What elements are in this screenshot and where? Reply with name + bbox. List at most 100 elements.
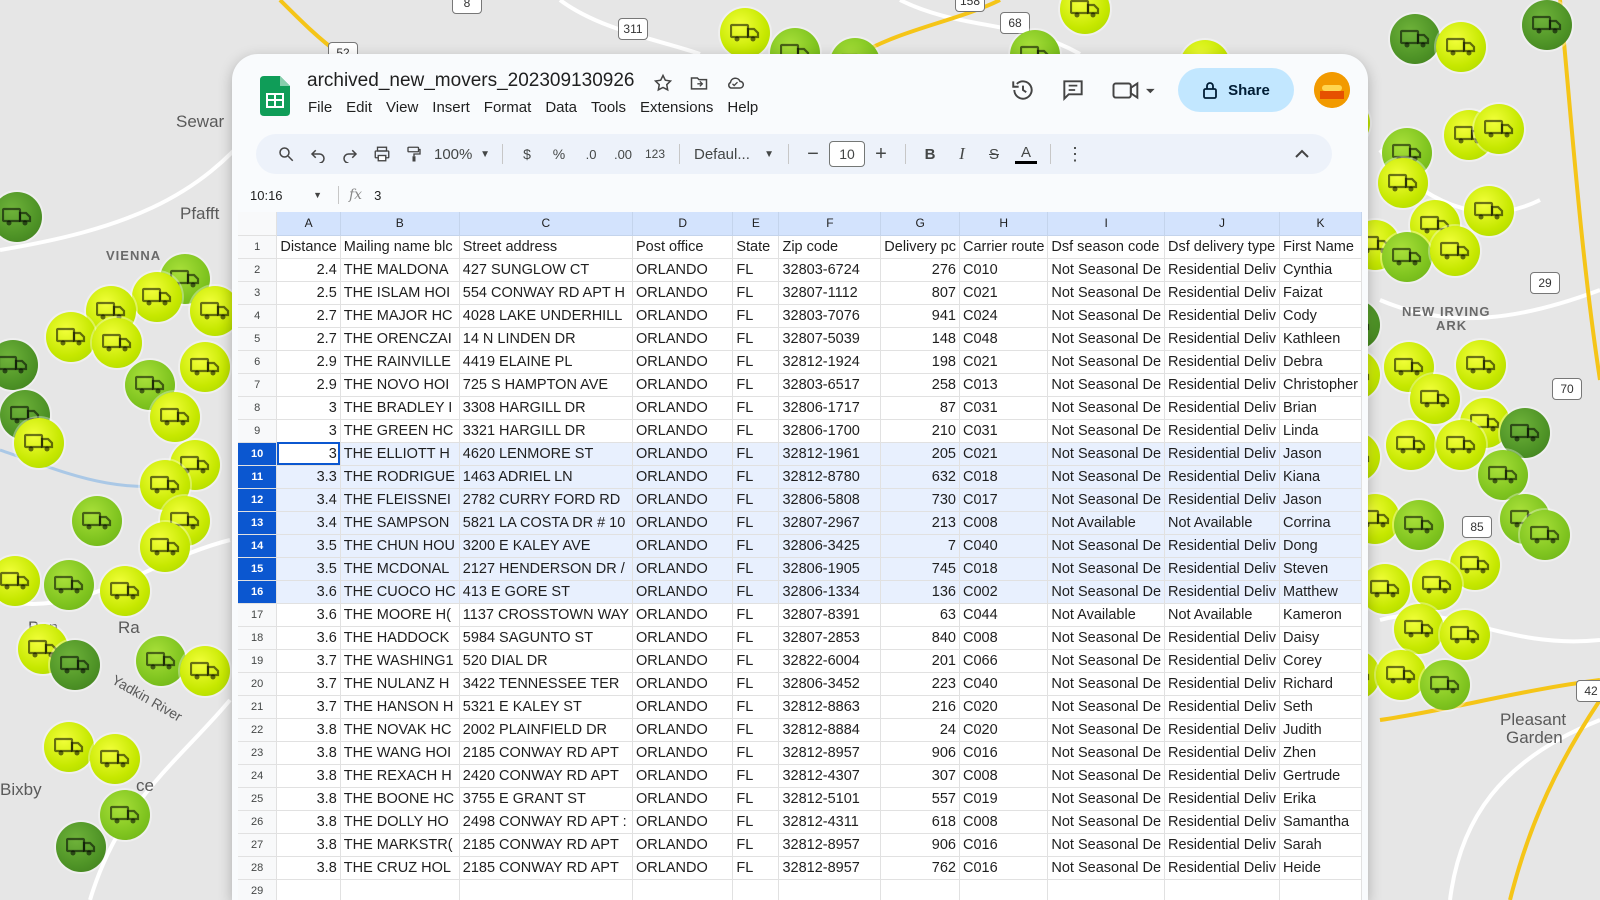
data-cell[interactable]: 32806-3425 — [778, 534, 882, 558]
data-cell[interactable]: C013 — [959, 373, 1049, 397]
data-cell[interactable]: FL — [732, 626, 780, 650]
data-cell[interactable]: Residential Deliv — [1164, 833, 1281, 857]
data-cell[interactable]: Residential Deliv — [1164, 350, 1281, 374]
data-cell[interactable]: 906 — [880, 833, 960, 857]
row-header[interactable]: 8 — [238, 396, 278, 420]
data-cell[interactable]: Not Available — [1047, 603, 1166, 627]
data-cell[interactable]: 2.7 — [276, 327, 341, 351]
data-cell[interactable]: C016 — [959, 833, 1049, 857]
data-cell[interactable]: 32806-5808 — [778, 488, 882, 512]
data-cell[interactable]: 148 — [880, 327, 960, 351]
data-cell[interactable]: ORLANDO — [632, 419, 734, 443]
truck-marker-icon[interactable] — [1394, 500, 1444, 550]
data-cell[interactable] — [880, 879, 960, 900]
data-cell[interactable]: C031 — [959, 419, 1049, 443]
data-cell[interactable]: 2127 HENDERSON DR / — [459, 557, 634, 581]
data-cell[interactable]: Residential Deliv — [1164, 373, 1281, 397]
data-cell[interactable]: 2.7 — [276, 304, 341, 328]
data-cell[interactable]: 32812-1961 — [778, 442, 882, 466]
header-cell[interactable]: Mailing name blc — [340, 235, 460, 259]
data-cell[interactable]: ORLANDO — [632, 603, 734, 627]
data-cell[interactable]: 3308 HARGILL DR — [459, 396, 634, 420]
avatar[interactable] — [1314, 72, 1350, 108]
undo-icon[interactable] — [302, 138, 334, 170]
data-cell[interactable]: 807 — [880, 281, 960, 305]
data-cell[interactable]: FL — [732, 672, 780, 696]
row-header[interactable]: 15 — [238, 557, 278, 581]
data-cell[interactable]: 198 — [880, 350, 960, 374]
data-cell[interactable]: 3422 TENNESSEE TER — [459, 672, 634, 696]
data-cell[interactable]: 205 — [880, 442, 960, 466]
truck-marker-icon[interactable] — [1390, 14, 1440, 64]
data-cell[interactable]: 3.7 — [276, 649, 341, 673]
truck-marker-icon[interactable] — [180, 342, 230, 392]
formula-input[interactable]: 3 — [374, 188, 381, 203]
data-cell[interactable]: Not Available — [1047, 511, 1166, 535]
data-cell[interactable]: Dong — [1279, 534, 1362, 558]
data-cell[interactable]: 3.8 — [276, 833, 341, 857]
data-cell[interactable]: Not Seasonal De — [1047, 764, 1166, 788]
data-cell[interactable]: 87 — [880, 396, 960, 420]
data-cell[interactable]: FL — [732, 534, 780, 558]
data-cell[interactable]: THE SAMPSON — [340, 511, 460, 535]
row-header[interactable]: 5 — [238, 327, 278, 351]
data-cell[interactable]: 32812-1924 — [778, 350, 882, 374]
more-options-icon[interactable]: ⋮ — [1059, 138, 1091, 170]
data-cell[interactable]: Residential Deliv — [1164, 419, 1281, 443]
data-cell[interactable]: FL — [732, 419, 780, 443]
truck-marker-icon[interactable] — [56, 822, 106, 872]
data-cell[interactable]: Not Seasonal De — [1047, 626, 1166, 650]
data-cell[interactable]: 32807-5039 — [778, 327, 882, 351]
italic-button[interactable]: I — [946, 138, 978, 170]
data-cell[interactable] — [732, 879, 780, 900]
data-cell[interactable]: Residential Deliv — [1164, 534, 1281, 558]
data-cell[interactable]: C048 — [959, 327, 1049, 351]
data-cell[interactable]: Not Seasonal De — [1047, 833, 1166, 857]
data-cell[interactable]: FL — [732, 649, 780, 673]
truck-marker-icon[interactable] — [1522, 0, 1572, 50]
data-cell[interactable]: ORLANDO — [632, 534, 734, 558]
truck-marker-icon[interactable] — [1430, 226, 1480, 276]
data-cell[interactable]: ORLANDO — [632, 580, 734, 604]
data-cell[interactable]: 2420 CONWAY RD APT — [459, 764, 634, 788]
menu-extensions[interactable]: Extensions — [640, 99, 723, 116]
data-cell[interactable]: 3.6 — [276, 580, 341, 604]
header-cell[interactable]: State — [732, 235, 780, 259]
data-cell[interactable]: Not Seasonal De — [1047, 580, 1166, 604]
data-cell[interactable]: THE MCDONAL — [340, 557, 460, 581]
truck-marker-icon[interactable] — [1410, 374, 1460, 424]
header-cell[interactable]: Zip code — [778, 235, 882, 259]
data-cell[interactable]: Not Seasonal De — [1047, 419, 1166, 443]
column-header-d[interactable]: D — [632, 212, 734, 236]
data-cell[interactable]: THE ELLIOTT H — [340, 442, 460, 466]
data-cell[interactable]: 3.4 — [276, 488, 341, 512]
data-cell[interactable]: Matthew — [1279, 580, 1362, 604]
menu-edit[interactable]: Edit — [346, 99, 382, 116]
search-menus-icon[interactable] — [270, 138, 302, 170]
menu-insert[interactable]: Insert — [432, 99, 480, 116]
data-cell[interactable]: 32812-8957 — [778, 856, 882, 880]
data-cell[interactable]: Residential Deliv — [1164, 672, 1281, 696]
menu-data[interactable]: Data — [545, 99, 587, 116]
row-header[interactable]: 3 — [238, 281, 278, 305]
text-color-button[interactable]: A — [1010, 138, 1042, 170]
data-cell[interactable]: Kathleen — [1279, 327, 1362, 351]
data-cell[interactable]: Not Seasonal De — [1047, 442, 1166, 466]
currency-format-button[interactable]: $ — [511, 138, 543, 170]
data-cell[interactable]: Residential Deliv — [1164, 465, 1281, 489]
data-cell[interactable]: 2.9 — [276, 373, 341, 397]
data-cell[interactable]: Residential Deliv — [1164, 695, 1281, 719]
data-cell[interactable]: 3.7 — [276, 672, 341, 696]
data-cell[interactable]: Zhen — [1279, 741, 1362, 765]
row-header[interactable]: 26 — [238, 810, 278, 834]
font-select[interactable]: Defaul... ▼ — [688, 138, 780, 170]
collapse-menus-icon[interactable] — [1286, 138, 1318, 170]
truck-marker-icon[interactable] — [92, 318, 142, 368]
column-header-c[interactable]: C — [459, 212, 634, 236]
data-cell[interactable]: Linda — [1279, 419, 1362, 443]
row-header[interactable]: 25 — [238, 787, 278, 811]
row-header[interactable]: 16 — [238, 580, 278, 604]
data-cell[interactable]: Sarah — [1279, 833, 1362, 857]
data-cell[interactable]: 906 — [880, 741, 960, 765]
truck-marker-icon[interactable] — [1436, 420, 1486, 470]
